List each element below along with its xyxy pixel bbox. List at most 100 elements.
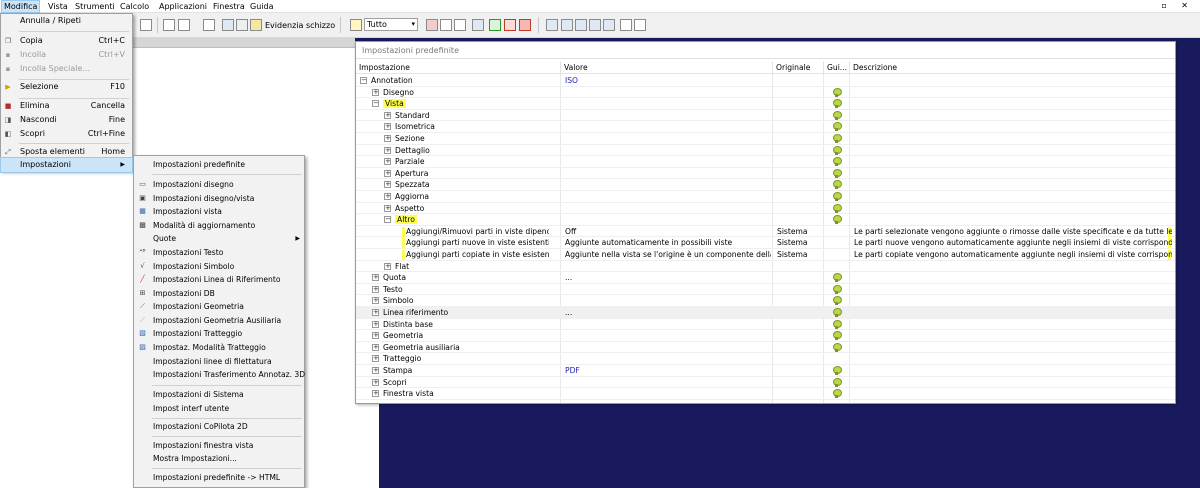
- tree-row[interactable]: + Sezione: [356, 133, 1175, 145]
- column-header-originale[interactable]: Originale: [773, 61, 824, 74]
- setting-value[interactable]: [565, 133, 771, 145]
- view-icon[interactable]: [603, 19, 615, 31]
- setting-value[interactable]: [565, 156, 771, 168]
- menu-item-selezione[interactable]: ▶ Selezione F10: [1, 80, 132, 94]
- menu-finestra[interactable]: Finestra: [211, 1, 247, 12]
- help-bulb-icon[interactable]: [832, 145, 842, 156]
- tree-row[interactable]: + Testo: [356, 284, 1175, 296]
- menu-item-impostazioni[interactable]: Impostazioni ▶: [0, 157, 133, 173]
- submenu-item-impostazioni-sistema[interactable]: Impostazioni di Sistema: [134, 388, 304, 401]
- tree-row[interactable]: + Spezzata: [356, 179, 1175, 191]
- layers-dropdown-icon[interactable]: [178, 19, 190, 31]
- submenu-item-impostazioni-linea-riferimento[interactable]: ╱ Impostazioni Linea di Riferimento: [134, 273, 304, 286]
- menu-item-scopri[interactable]: ◧ Scopri Ctrl+Fine: [1, 127, 132, 141]
- expand-icon[interactable]: +: [372, 332, 379, 340]
- setting-value[interactable]: [565, 330, 771, 342]
- setting-value[interactable]: [565, 179, 771, 191]
- tree-row[interactable]: Aggiungi parti copiate in viste esistent…: [356, 249, 1175, 261]
- setting-value[interactable]: [565, 388, 771, 400]
- tree-row[interactable]: + Parziale: [356, 156, 1175, 168]
- expand-icon[interactable]: +: [372, 285, 379, 293]
- expand-icon[interactable]: +: [384, 146, 391, 154]
- help-bulb-icon[interactable]: [832, 296, 842, 306]
- expand-icon[interactable]: +: [384, 169, 391, 177]
- view-icon[interactable]: [575, 19, 587, 31]
- help-bulb-icon[interactable]: [832, 157, 842, 167]
- submenu-item-predefinite-html[interactable]: Impostazioni predefinite -> HTML: [134, 471, 304, 484]
- help-bulb-icon[interactable]: [832, 134, 842, 144]
- select-arrow-icon[interactable]: [350, 19, 362, 31]
- tree-row[interactable]: + Geometria: [356, 330, 1175, 342]
- new-doc-icon[interactable]: [140, 19, 152, 31]
- submenu-item-modalita-aggiornamento[interactable]: ▩ Modalità di aggiornamento: [134, 219, 304, 232]
- setting-value[interactable]: Aggiunte automaticamente in possibili vi…: [565, 237, 771, 249]
- setting-value[interactable]: ...: [565, 272, 771, 284]
- help-bulb-icon[interactable]: [832, 215, 842, 225]
- help-bulb-icon[interactable]: [832, 377, 842, 388]
- zoom-in-icon[interactable]: [620, 19, 632, 31]
- column-header-valore[interactable]: Valore: [561, 61, 773, 74]
- setting-value[interactable]: Off: [565, 226, 771, 238]
- submenu-item-impostazioni-predefinite[interactable]: Impostazioni predefinite: [134, 158, 304, 171]
- setting-value[interactable]: ISO: [565, 75, 771, 87]
- menu-item-incolla[interactable]: ▪ Incolla Ctrl+V: [1, 48, 132, 62]
- expand-icon[interactable]: +: [372, 355, 379, 363]
- help-bulb-icon[interactable]: [832, 87, 842, 98]
- redo-icon[interactable]: [236, 19, 248, 31]
- tree-row[interactable]: + Isometrica: [356, 121, 1175, 133]
- setting-value[interactable]: [565, 145, 771, 157]
- setting-value[interactable]: [565, 168, 771, 180]
- menu-modifica[interactable]: Modifica: [0, 0, 41, 13]
- expand-icon[interactable]: +: [384, 111, 391, 119]
- tree-row[interactable]: + Distinta base: [356, 319, 1175, 331]
- setting-value[interactable]: [565, 203, 771, 215]
- help-bulb-icon[interactable]: [832, 331, 842, 341]
- view-icon[interactable]: [546, 19, 558, 31]
- expand-icon[interactable]: +: [372, 320, 379, 328]
- column-header-guida[interactable]: Gui...: [824, 61, 850, 74]
- tree-row[interactable]: + Standard: [356, 110, 1175, 122]
- expand-icon[interactable]: +: [372, 390, 379, 398]
- view-icon[interactable]: [561, 19, 573, 31]
- setting-value[interactable]: [565, 319, 771, 331]
- menu-strumenti[interactable]: Strumenti: [73, 1, 117, 12]
- menu-item-annulla-ripeti[interactable]: Annulla / Ripeti: [1, 14, 132, 28]
- undo-icon[interactable]: [222, 19, 234, 31]
- setting-value[interactable]: [565, 261, 771, 273]
- submenu-item-impostazioni-db[interactable]: ⊞ Impostazioni DB: [134, 287, 304, 300]
- help-bulb-icon[interactable]: [832, 192, 842, 202]
- setting-value[interactable]: [565, 214, 771, 226]
- column-header-impostazione[interactable]: Impostazione: [356, 61, 561, 74]
- tree-row[interactable]: + Finestra vista: [356, 388, 1175, 400]
- submenu-item-quote[interactable]: Quote ▶: [134, 232, 304, 245]
- help-bulb-icon[interactable]: [832, 99, 842, 109]
- tree-row[interactable]: + Aspetto: [356, 203, 1175, 215]
- tree-row[interactable]: + Disegno: [356, 87, 1175, 99]
- expand-icon[interactable]: +: [384, 181, 391, 189]
- submenu-item-impostazioni-disegno-vista[interactable]: ▣ Impostazioni disegno/vista: [134, 192, 304, 205]
- setting-value[interactable]: [565, 110, 771, 122]
- setting-value[interactable]: [565, 121, 771, 133]
- tree-row[interactable]: + Flat: [356, 261, 1175, 273]
- menu-item-sposta-elementi[interactable]: ⤢ Sposta elementi Home: [1, 145, 132, 159]
- help-bulb-icon[interactable]: [832, 180, 842, 190]
- help-bulb-icon[interactable]: [832, 389, 842, 399]
- filter-grid-icon[interactable]: [454, 19, 466, 31]
- setting-value[interactable]: [565, 342, 771, 354]
- help-bulb-icon[interactable]: [832, 342, 842, 353]
- canvas-right[interactable]: [1176, 40, 1200, 404]
- submenu-item-modalita-tratteggio[interactable]: ▨ Impostaz. Modalità Tratteggio: [134, 341, 304, 354]
- expand-icon[interactable]: +: [384, 262, 391, 270]
- submenu-item-impostazioni-disegno[interactable]: ▭ Impostazioni disegno: [134, 178, 304, 191]
- close-icon[interactable]: [504, 19, 516, 31]
- help-bulb-icon[interactable]: [832, 308, 842, 318]
- check-icon[interactable]: [489, 19, 501, 31]
- filter-grid-icon[interactable]: [440, 19, 452, 31]
- grid-icon[interactable]: [203, 19, 215, 31]
- setting-value[interactable]: [565, 87, 771, 99]
- expand-icon[interactable]: +: [372, 309, 379, 316]
- filter-red-icon[interactable]: [426, 19, 438, 31]
- setting-value[interactable]: ...: [565, 307, 771, 319]
- setting-value[interactable]: [565, 377, 771, 389]
- setting-value[interactable]: Aggiunte nella vista se l'origine è un c…: [565, 249, 771, 261]
